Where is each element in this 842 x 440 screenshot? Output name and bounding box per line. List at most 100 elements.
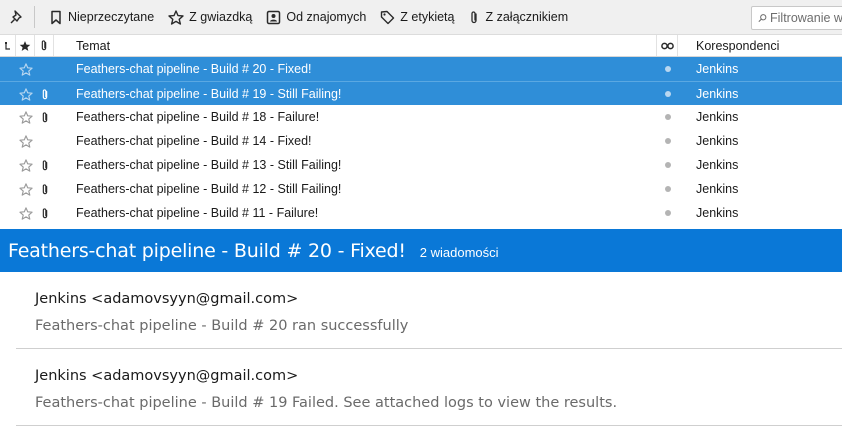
attachment-cell (35, 153, 54, 177)
correspondents-column-label: Korespondenci (696, 38, 780, 53)
filter-starred-button[interactable]: Z gwiazdką (162, 5, 258, 29)
thread-row[interactable]: Feathers-chat pipeline - Build # 20 - Fi… (0, 57, 842, 81)
read-dot-icon (664, 138, 671, 144)
read-toggle[interactable] (657, 82, 678, 106)
toolbar-divider (34, 6, 35, 28)
thread-subject: Feathers-chat pipeline - Build # 19 - St… (76, 87, 342, 101)
thread-summary-title: Feathers-chat pipeline - Build # 20 - Fi… (8, 239, 406, 262)
thread-column-button[interactable] (0, 35, 16, 56)
attachment-cell (35, 82, 54, 106)
read-dot-icon (664, 186, 671, 192)
read-status-icon (660, 42, 674, 49)
star-toggle[interactable] (16, 105, 35, 129)
thread-correspondent: Jenkins (696, 110, 739, 124)
star-outline-icon (18, 182, 33, 196)
filter-starred-label: Z gwiazdką (189, 10, 253, 24)
starred-column-button[interactable] (16, 35, 35, 56)
thread-correspondent: Jenkins (696, 158, 739, 172)
quick-filter-toolbar: Nieprzeczytane Z gwiazdką Od znajomych Z… (0, 0, 842, 35)
subject-column-label: Temat (76, 38, 111, 53)
star-outline-icon (18, 87, 33, 101)
read-toggle[interactable] (657, 153, 678, 177)
thread-tree-icon (4, 41, 10, 50)
thread-subject: Feathers-chat pipeline - Build # 12 - St… (76, 182, 342, 196)
paperclip-icon (42, 159, 47, 170)
thread-subject: Feathers-chat pipeline - Build # 18 - Fa… (76, 110, 320, 124)
read-toggle[interactable] (657, 201, 678, 225)
summary-message[interactable]: Jenkins <adamovsyyn@gmail.com> Feathers-… (16, 349, 842, 426)
attachment-cell (35, 201, 54, 225)
thread-row[interactable]: Feathers-chat pipeline - Build # 12 - St… (0, 177, 842, 201)
filter-attachment-label: Z załącznikiem (485, 10, 569, 24)
read-dot-icon (664, 114, 671, 120)
attachment-cell (35, 129, 54, 153)
star-outline-icon (18, 134, 33, 148)
paperclip-icon (42, 111, 47, 122)
filter-contact-button[interactable]: Od znajomych (260, 5, 372, 29)
sticky-filter-pin-button[interactable] (0, 0, 34, 35)
attachment-column-button[interactable] (35, 35, 54, 56)
thread-row[interactable]: Feathers-chat pipeline - Build # 18 - Fa… (0, 105, 842, 129)
subject-column-header[interactable]: Temat (54, 35, 657, 56)
thread-column-header: Temat Korespondenci (0, 35, 842, 57)
correspondents-column-header[interactable]: Korespondenci (678, 35, 842, 56)
thread-row[interactable]: Feathers-chat pipeline - Build # 14 - Fi… (0, 129, 842, 153)
thread-subject: Feathers-chat pipeline - Build # 20 - Fi… (76, 62, 312, 76)
thread-correspondent: Jenkins (696, 62, 739, 76)
read-dot-icon (664, 91, 671, 97)
star-outline-icon (18, 110, 33, 124)
read-toggle[interactable] (657, 129, 678, 153)
thread-row[interactable]: Feathers-chat pipeline - Build # 19 - St… (0, 81, 842, 105)
star-toggle[interactable] (16, 201, 35, 225)
filter-tags-label: Z etykietą (400, 10, 455, 24)
attachment-cell (35, 177, 54, 201)
summary-message[interactable]: Jenkins <adamovsyyn@gmail.com> Feathers-… (16, 272, 842, 349)
paperclip-icon (42, 183, 47, 194)
filter-tags-button[interactable]: Z etykietą (374, 5, 460, 29)
read-status-column-button[interactable] (657, 35, 678, 56)
bookmark-icon (51, 10, 61, 24)
read-dot-icon (664, 162, 671, 168)
read-dot-icon (664, 66, 671, 72)
thread-row[interactable]: Feathers-chat pipeline - Build # 13 - St… (0, 153, 842, 177)
filter-unread-label: Nieprzeczytane (68, 10, 155, 24)
thread-subject: Feathers-chat pipeline - Build # 11 - Fa… (76, 206, 319, 220)
star-outline-icon (18, 158, 33, 172)
thread-summary-header: Feathers-chat pipeline - Build # 20 - Fi… (0, 229, 842, 272)
thread-list: Feathers-chat pipeline - Build # 20 - Fi… (0, 57, 842, 225)
star-icon (168, 9, 184, 25)
read-toggle[interactable] (657, 177, 678, 201)
pin-icon (10, 10, 22, 24)
message-snippet: Feathers-chat pipeline - Build # 20 ran … (35, 318, 409, 334)
star-toggle[interactable] (16, 177, 35, 201)
thread-correspondent: Jenkins (696, 182, 739, 196)
read-toggle[interactable] (657, 57, 678, 81)
thread-row[interactable]: Feathers-chat pipeline - Build # 11 - Fa… (0, 201, 842, 225)
paperclip-icon (42, 88, 47, 99)
star-toggle[interactable] (16, 82, 35, 106)
filter-unread-button[interactable]: Nieprzeczytane (43, 5, 160, 29)
filter-search-box[interactable] (751, 6, 842, 30)
thread-subject: Feathers-chat pipeline - Build # 14 - Fi… (76, 134, 312, 148)
filter-search-input[interactable] (770, 11, 842, 25)
star-outline-icon (18, 206, 33, 220)
star-toggle[interactable] (16, 129, 35, 153)
message-snippet: Feathers-chat pipeline - Build # 19 Fail… (35, 395, 618, 411)
thread-correspondent: Jenkins (696, 206, 739, 220)
read-dot-icon (664, 210, 671, 216)
star-toggle[interactable] (16, 153, 35, 177)
message-sender: Jenkins <adamovsyyn@gmail.com> (35, 291, 299, 307)
attachment-cell (35, 105, 54, 129)
paperclip-icon (471, 10, 478, 23)
address-book-icon (267, 10, 281, 24)
filter-contact-label: Od znajomych (286, 10, 367, 24)
filter-attachment-button[interactable]: Z załącznikiem (462, 5, 574, 29)
star-icon (19, 40, 31, 51)
thread-message-count: 2 wiadomości (419, 244, 499, 260)
read-toggle[interactable] (657, 105, 678, 129)
paperclip-icon (41, 40, 47, 51)
attachment-cell (35, 57, 54, 81)
message-sender: Jenkins <adamovsyyn@gmail.com> (35, 368, 299, 384)
star-toggle[interactable] (16, 57, 35, 81)
star-outline-icon (18, 62, 33, 76)
